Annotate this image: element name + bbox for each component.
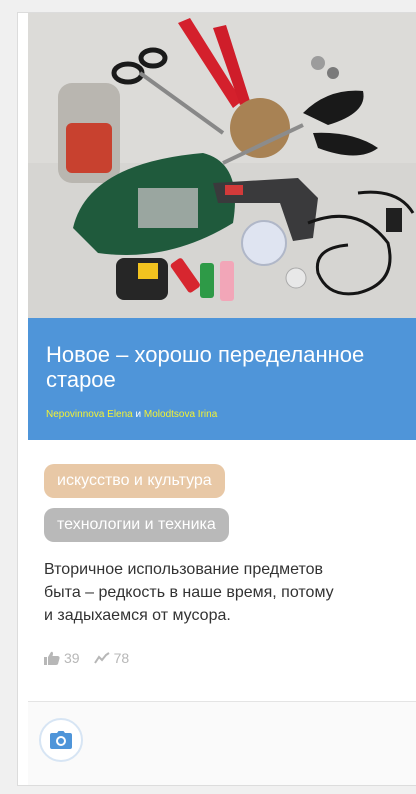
project-title[interactable]: Новое – хорошо переделанное старое xyxy=(46,342,406,392)
project-photo[interactable] xyxy=(28,13,416,318)
author-link[interactable]: Nepovinnova Elena xyxy=(46,409,133,420)
author-link[interactable]: Molodtsova Irina xyxy=(144,409,217,420)
card-header: Новое – хорошо переделанное старое Nepov… xyxy=(28,318,416,440)
project-stats: 39 78 xyxy=(44,649,143,667)
description-line: быта – редкость в наше время, потому xyxy=(44,584,334,601)
authors-joiner: и xyxy=(132,409,144,420)
project-authors: Nepovinnova Elena и Molodtsova Irina xyxy=(46,409,217,420)
views-count: 78 xyxy=(113,650,130,666)
card-footer xyxy=(28,701,416,785)
project-description: Вторичное использование предметов быта –… xyxy=(44,558,416,627)
camera-button[interactable] xyxy=(39,718,83,762)
thumbs-up-icon xyxy=(44,651,60,665)
likes-count: 39 xyxy=(64,650,80,666)
project-card[interactable]: Новое – хорошо переделанное старое Nepov… xyxy=(17,12,416,786)
tag-arts-culture[interactable]: искусство и культура xyxy=(44,464,225,498)
description-line: Вторичное использование предметов xyxy=(44,561,324,578)
tools-photo-illustration xyxy=(28,13,416,318)
camera-icon xyxy=(50,731,72,749)
likes-stat[interactable]: 39 xyxy=(44,650,80,666)
views-stat: 78 xyxy=(93,650,130,666)
tag-technology[interactable]: технологии и техника xyxy=(44,508,229,542)
trend-icon xyxy=(93,652,110,664)
description-line: и задыхаемся от мусора. xyxy=(44,607,231,624)
